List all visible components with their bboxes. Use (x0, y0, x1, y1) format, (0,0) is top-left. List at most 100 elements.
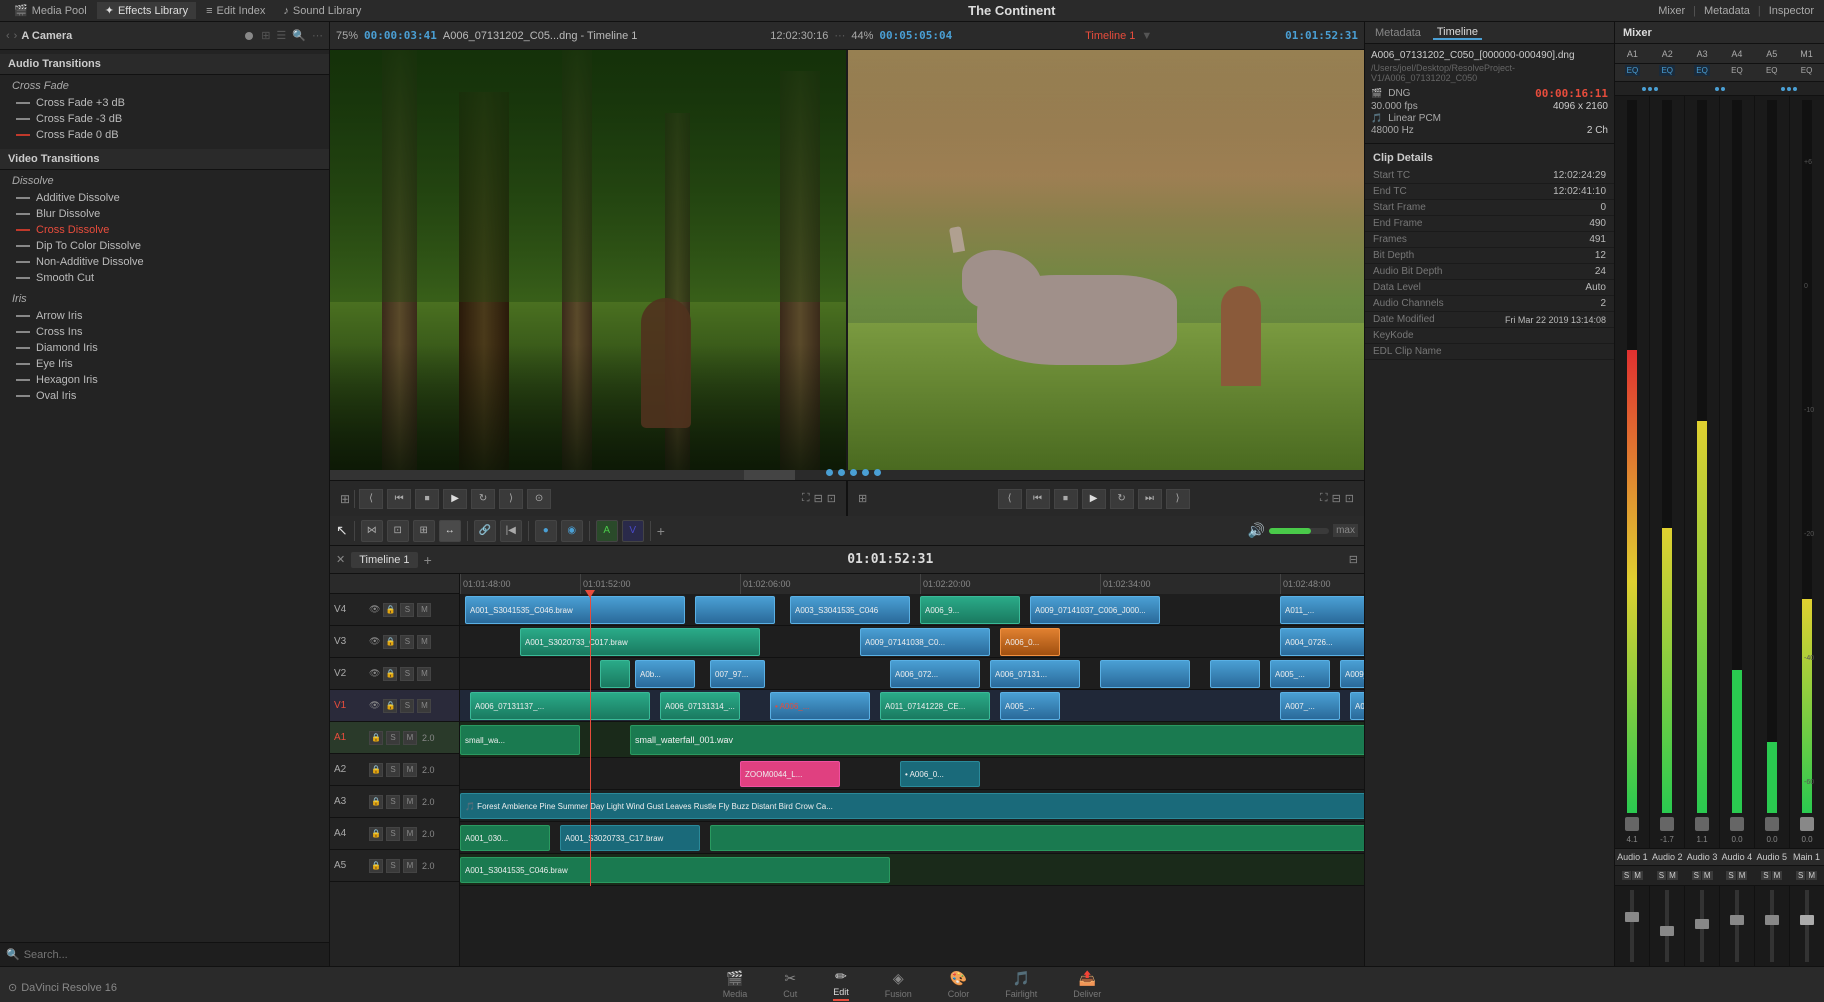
eq-a2-btn[interactable]: EQ (1650, 64, 1685, 81)
a1-m[interactable]: M (403, 731, 417, 745)
effect-cross-fade-minus3[interactable]: Cross Fade -3 dB (0, 111, 329, 127)
effect-eye-iris[interactable]: Eye Iris (0, 356, 329, 372)
tab-sound-library[interactable]: ♪ Sound Library (275, 3, 369, 19)
timeline-panel-tab[interactable]: Timeline (1433, 26, 1482, 40)
a2-s[interactable]: S (386, 763, 400, 777)
clip-a3-1[interactable]: 🎵 Forest Ambience Pine Summer Day Light … (460, 793, 1364, 819)
a2-m[interactable]: M (403, 763, 417, 777)
clip-v1-3[interactable]: • A006_... (770, 692, 870, 720)
vol-max-btn[interactable]: max (1333, 524, 1358, 537)
prog-stop-btn[interactable]: ⏹ (1054, 489, 1078, 509)
prog-ext-btn[interactable]: ⊟ (1332, 492, 1341, 505)
slip-tool[interactable]: ↔ (439, 520, 461, 542)
dynamic-trim-tool[interactable]: ⊞ (413, 520, 435, 542)
clip-v2-9[interactable]: A009_0... (1340, 660, 1364, 688)
fader-handle-a2[interactable] (1660, 817, 1674, 831)
vol-fader-m1[interactable] (1805, 890, 1809, 962)
clip-a4-1[interactable]: A001_030... (460, 825, 550, 851)
tab-effects-library[interactable]: ✦ Effects Library (97, 2, 196, 19)
clip-a4-2[interactable]: A001_S3020733_C17.braw (560, 825, 700, 851)
v3-lock[interactable]: 🔒 (383, 635, 397, 649)
prog-prev-btn[interactable]: ⟨ (998, 489, 1022, 509)
vol-slider[interactable] (1269, 528, 1329, 534)
prog-next-btn[interactable]: ⟩ (1166, 489, 1190, 509)
preview-scrubber[interactable] (330, 470, 1364, 480)
a1-lock[interactable]: 🔒 (369, 731, 383, 745)
effect-cross-fade-0[interactable]: Cross Fade 0 dB (0, 127, 329, 143)
clip-v1-2[interactable]: A006_07131314_... (660, 692, 740, 720)
timeline-name[interactable]: Timeline 1 (351, 552, 417, 568)
nav-media[interactable]: 🎬 Media (715, 970, 756, 999)
effect-blur-dissolve[interactable]: Blur Dissolve (0, 206, 329, 222)
video-edit-btn[interactable]: V (622, 520, 644, 542)
a4-lock[interactable]: 🔒 (369, 827, 383, 841)
clip-a1-2[interactable]: small_waterfall_001.wav (630, 725, 1364, 755)
clip-v4-1[interactable]: A001_S3041535_C046.braw (465, 596, 685, 624)
prog-vol-btn[interactable]: ⊡ (1345, 492, 1354, 505)
fader-handle-a3[interactable] (1695, 817, 1709, 831)
goto-btn[interactable]: ⊙ (527, 489, 551, 509)
cursor-tool[interactable]: ↖ (336, 522, 348, 539)
snap-btn[interactable]: |◀ (500, 520, 522, 542)
mixer-icon[interactable]: ⊟ (1349, 553, 1358, 566)
fader-handle-a5[interactable] (1765, 817, 1779, 831)
nav-color[interactable]: 🎨 Color (940, 970, 978, 999)
eq-a3-btn[interactable]: EQ (1685, 64, 1720, 81)
effect-additive-dissolve[interactable]: Additive Dissolve (0, 190, 329, 206)
a2-lock[interactable]: 🔒 (369, 763, 383, 777)
clip-v1-5[interactable]: A005_... (1000, 692, 1060, 720)
v1-lock[interactable]: 🔒 (383, 699, 397, 713)
vol-icon[interactable]: 🔊 (1248, 522, 1265, 539)
clip-v2-2[interactable]: A0b... (635, 660, 695, 688)
a5-m[interactable]: M (403, 859, 417, 873)
metadata-panel-tab[interactable]: Metadata (1371, 27, 1425, 39)
a4-m[interactable]: M (403, 827, 417, 841)
a3-s[interactable]: S (386, 795, 400, 809)
clip-a2-2[interactable]: • A006_0... (900, 761, 980, 787)
prog-loop-btn[interactable]: ↻ (1110, 489, 1134, 509)
nav-deliver[interactable]: 📤 Deliver (1065, 970, 1109, 999)
effect-cross-fade-plus3[interactable]: Cross Fade +3 dB (0, 95, 329, 111)
nav-fusion[interactable]: ◈ Fusion (877, 970, 920, 999)
vol-fader-a5[interactable] (1770, 890, 1774, 962)
a5-s[interactable]: S (386, 859, 400, 873)
stop-btn[interactable]: ⏹ (415, 489, 439, 509)
clip-a4-3[interactable] (710, 825, 1364, 851)
clip-v3-3[interactable]: A006_0... (1000, 628, 1060, 656)
clip-v1-1[interactable]: A006_07131137_... (470, 692, 650, 720)
effect-non-additive[interactable]: Non-Additive Dissolve (0, 254, 329, 270)
vol-fader-a2[interactable] (1665, 890, 1669, 962)
metadata-tab[interactable]: Metadata (1704, 5, 1750, 17)
clip-v1-4[interactable]: A011_07141228_CE... (880, 692, 990, 720)
clip-v4-6[interactable]: A011_... (1280, 596, 1364, 624)
prog-full-btn[interactable]: ⛶ (1320, 492, 1328, 505)
effect-dip-color[interactable]: Dip To Color Dissolve (0, 238, 329, 254)
clip-v4-3[interactable]: A003_S3041535_C046 (790, 596, 910, 624)
v4-m[interactable]: M (417, 603, 431, 617)
clip-v2-7[interactable] (1210, 660, 1260, 688)
vol-fader-a1[interactable] (1630, 890, 1634, 962)
inspector-tab[interactable]: Inspector (1769, 5, 1814, 17)
clip-v4-2[interactable] (695, 596, 775, 624)
clip-a5-1[interactable]: A001_S3041535_C046.braw (460, 857, 890, 883)
vol-btn[interactable]: ⊡ (827, 492, 836, 505)
prev-frame-btn[interactable]: ⟨ (359, 489, 383, 509)
audio-edit-btn[interactable]: A (596, 520, 618, 542)
nav-fairlight[interactable]: 🎵 Fairlight (997, 970, 1045, 999)
next-frame-btn[interactable]: ⟩ (499, 489, 523, 509)
full-screen-btn[interactable]: ⛶ (802, 492, 810, 505)
effect-hexagon-iris[interactable]: Hexagon Iris (0, 372, 329, 388)
clip-v3-2[interactable]: A009_07141038_C0... (860, 628, 990, 656)
flag-btn[interactable]: ● (535, 520, 557, 542)
effect-smooth-cut[interactable]: Smooth Cut (0, 270, 329, 286)
clip-a1-1[interactable]: small_wa... (460, 725, 580, 755)
clip-v4-4[interactable]: A006_9... (920, 596, 1020, 624)
clip-v2-8[interactable]: A005_... (1270, 660, 1330, 688)
a4-s[interactable]: S (386, 827, 400, 841)
prog-play-btn[interactable]: ▶ (1082, 489, 1106, 509)
effect-arrow-iris[interactable]: Arrow Iris (0, 308, 329, 324)
clip-v3-4[interactable]: A004_0726... (1280, 628, 1364, 656)
trim-tool[interactable]: ⊡ (387, 520, 409, 542)
a3-m[interactable]: M (403, 795, 417, 809)
link-btn[interactable]: 🔗 (474, 520, 496, 542)
